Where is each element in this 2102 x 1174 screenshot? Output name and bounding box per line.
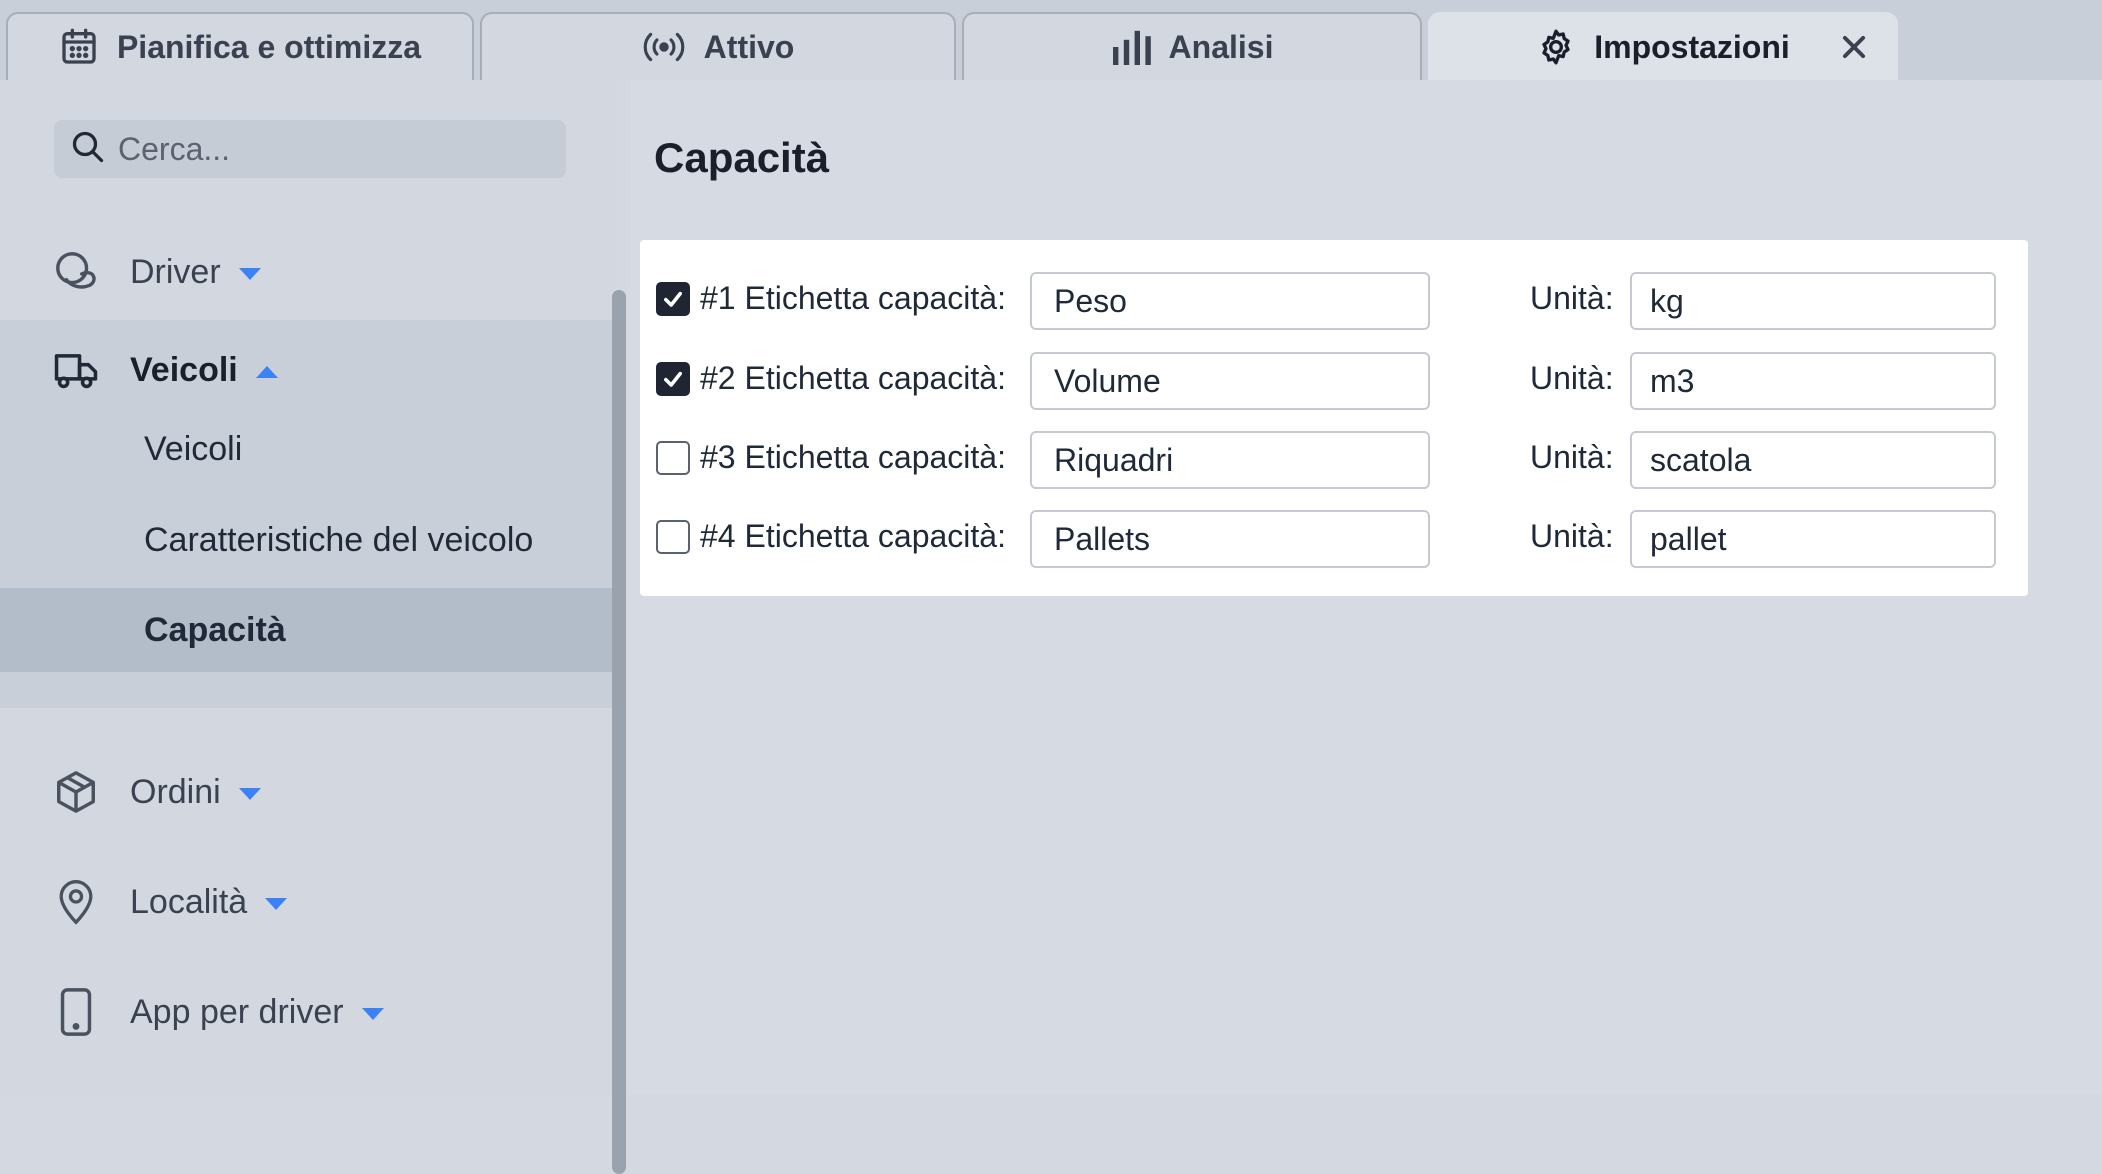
calendar-icon: [59, 27, 99, 67]
sidebar-subitem-veicoli[interactable]: Veicoli: [0, 407, 612, 491]
checkmark-icon: [664, 371, 682, 387]
sidebar-item-veicoli[interactable]: Veicoli: [0, 320, 612, 420]
sidebar-item-label: App per driver: [130, 992, 344, 1031]
package-icon: [52, 768, 100, 816]
tab-bar: Pianifica e ottimizza Attivo Analisi Imp…: [0, 0, 2102, 80]
tab-pianifica[interactable]: Pianifica e ottimizza: [6, 12, 474, 80]
capacity-label: #3 Etichetta capacità:: [700, 439, 1006, 475]
unit-label: Unità:: [1530, 360, 1614, 396]
unit-label: Unità:: [1530, 280, 1614, 316]
capacity-unit-input[interactable]: [1630, 510, 1996, 568]
chevron-down-icon: [265, 897, 288, 910]
capacity-row: #2 Etichetta capacità: Unità:: [640, 352, 2028, 410]
tab-label: Impostazioni: [1594, 28, 1790, 65]
capacity-label: #1 Etichetta capacità:: [700, 280, 1006, 316]
search-box: [54, 120, 566, 178]
unit-label: Unità:: [1530, 439, 1614, 475]
sidebar-item-label: Driver: [130, 252, 221, 291]
gear-icon: [1536, 27, 1576, 67]
sidebar-subitem-label: Capacità: [144, 610, 286, 649]
capacity-label: #4 Etichetta capacità:: [700, 518, 1006, 554]
main-content: Capacità #1 Etichetta capacità: Unità: #…: [628, 80, 2102, 1094]
chevron-down-icon: [238, 787, 261, 800]
chevron-down-icon: [361, 1007, 384, 1020]
search-input[interactable]: [116, 129, 556, 169]
capacity-checkbox[interactable]: [656, 441, 690, 475]
capacity-name-input[interactable]: [1030, 352, 1430, 410]
bar-chart-icon: [1111, 29, 1151, 65]
capacity-unit-input[interactable]: [1630, 352, 1996, 410]
capacity-checkbox[interactable]: [656, 362, 690, 396]
sidebar-item-label: Località: [130, 882, 248, 921]
phone-icon: [52, 988, 100, 1036]
driver-icon: [52, 248, 100, 296]
capacity-row: #3 Etichetta capacità: Unità:: [640, 431, 2028, 489]
sidebar: Driver Veicoli Veicoli Caratteristiche d…: [0, 80, 626, 1174]
veicoli-group: Veicoli Veicoli Caratteristiche del veic…: [0, 320, 612, 708]
truck-icon: [52, 346, 100, 394]
tab-label: Attivo: [703, 28, 795, 65]
checkmark-icon: [664, 291, 682, 307]
broadcast-icon: [642, 29, 686, 65]
sidebar-item-label: Ordini: [130, 772, 221, 811]
tab-impostazioni[interactable]: Impostazioni: [1428, 12, 1898, 80]
unit-label: Unità:: [1530, 518, 1614, 554]
sidebar-item-ordini[interactable]: Ordini: [0, 750, 612, 834]
sidebar-subitem-label: Veicoli: [144, 429, 243, 468]
chevron-down-icon: [238, 267, 261, 280]
tab-analisi[interactable]: Analisi: [962, 12, 1422, 80]
sidebar-item-app-driver[interactable]: App per driver: [0, 970, 612, 1054]
tab-attivo[interactable]: Attivo: [480, 12, 956, 80]
capacity-name-input[interactable]: [1030, 272, 1430, 330]
capacity-name-input[interactable]: [1030, 510, 1430, 568]
sidebar-subitem-caratteristiche[interactable]: Caratteristiche del veicolo: [0, 498, 612, 582]
sidebar-subitem-label: Caratteristiche del veicolo: [144, 520, 534, 559]
sidebar-subitem-capacita[interactable]: Capacità: [0, 588, 612, 672]
capacity-unit-input[interactable]: [1630, 431, 1996, 489]
map-pin-icon: [52, 878, 100, 926]
sidebar-item-localita[interactable]: Località: [0, 860, 612, 944]
sidebar-item-label: Veicoli: [130, 350, 238, 389]
tab-label: Pianifica e ottimizza: [116, 28, 422, 65]
capacity-label: #2 Etichetta capacità:: [700, 360, 1006, 396]
capacity-checkbox[interactable]: [656, 282, 690, 316]
sidebar-item-driver[interactable]: Driver: [0, 230, 612, 314]
page-title: Capacità: [654, 134, 830, 181]
capacity-name-input[interactable]: [1030, 431, 1430, 489]
capacity-unit-input[interactable]: [1630, 272, 1996, 330]
capacity-row: #4 Etichetta capacità: Unità:: [640, 510, 2028, 568]
close-icon[interactable]: [1838, 31, 1870, 63]
capacity-checkbox[interactable]: [656, 520, 690, 554]
chevron-up-icon: [255, 365, 278, 378]
capacity-row: #1 Etichetta capacità: Unità:: [640, 272, 2028, 330]
tab-label: Analisi: [1168, 28, 1274, 65]
capacity-panel: #1 Etichetta capacità: Unità: #2 Etichet…: [640, 240, 2028, 596]
search-icon: [70, 129, 106, 170]
sidebar-scrollbar[interactable]: [612, 290, 626, 1174]
